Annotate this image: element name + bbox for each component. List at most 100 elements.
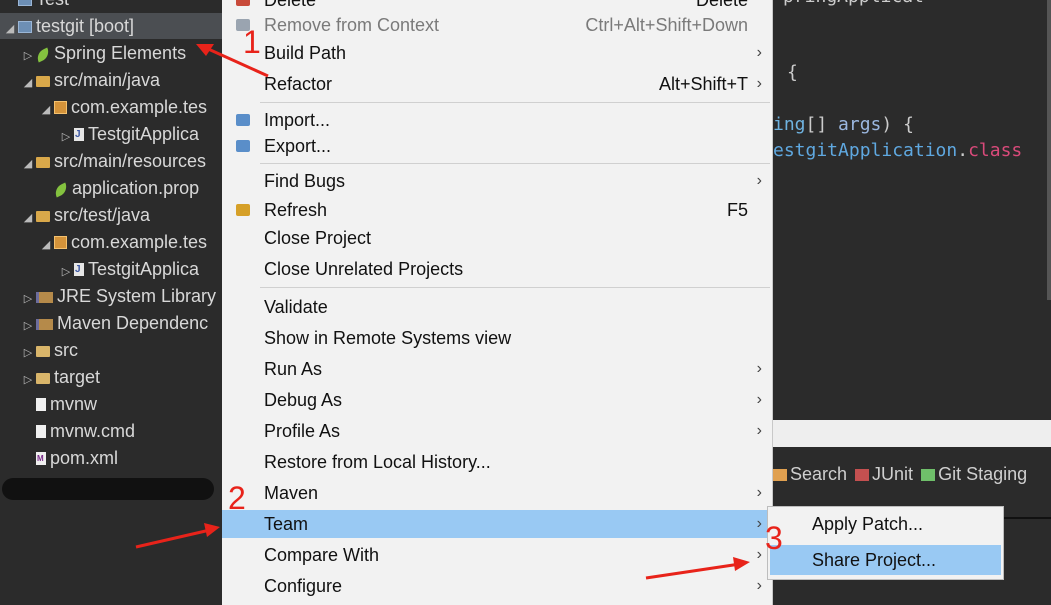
tree-item[interactable]: ▷ Maven Dependenc xyxy=(0,310,242,336)
tree-item[interactable]: ▷ Spring Elements xyxy=(0,40,242,66)
tree-item-label: Spring Elements xyxy=(54,43,187,63)
java-file-icon xyxy=(74,257,84,283)
menu-item-close-project[interactable]: Close Project xyxy=(222,224,772,252)
menu-item-profile-as[interactable]: Profile As › xyxy=(222,417,772,445)
menu-item-debug-as[interactable]: Debug As › xyxy=(222,386,772,414)
package-icon xyxy=(54,101,67,114)
spring-leaf-icon xyxy=(52,182,70,198)
expand-toggle-icon[interactable]: ▷ xyxy=(58,259,74,285)
submenu-arrow-icon: › xyxy=(756,515,762,532)
tree-item[interactable]: application.prop xyxy=(0,175,260,201)
tree-item-label: mvnw.cmd xyxy=(50,421,136,441)
menu-item-build-path[interactable]: Build Path › xyxy=(222,39,772,67)
expand-toggle-icon[interactable]: ◢ xyxy=(38,97,54,123)
menu-item-label: Maven xyxy=(264,483,319,503)
view-tab-label: JUnit xyxy=(872,464,914,484)
tree-item[interactable]: ◢ com.example.tes xyxy=(0,94,260,120)
tree-item[interactable]: Test xyxy=(0,0,224,12)
submenu-arrow-icon: › xyxy=(756,172,762,189)
tree-item-label: TestgitApplica xyxy=(88,259,200,279)
junit-icon xyxy=(855,469,870,481)
menu-item-run-as[interactable]: Run As › xyxy=(222,355,772,383)
expand-toggle-icon[interactable]: ▷ xyxy=(20,340,36,366)
expand-toggle-icon[interactable]: ◢ xyxy=(2,16,18,42)
menu-item-import[interactable]: Import... xyxy=(222,106,772,134)
editor-scrollbar[interactable] xyxy=(1047,0,1051,300)
menu-separator xyxy=(260,102,770,103)
tree-item[interactable]: ▷ JRE System Library xyxy=(0,283,242,309)
menu-item-label: Find Bugs xyxy=(264,171,346,191)
menu-item-label: Debug As xyxy=(264,390,343,410)
tree-item[interactable]: mvnw xyxy=(0,391,242,417)
tree-item[interactable]: ◢ com.example.tes xyxy=(0,229,260,255)
tree-item[interactable]: ▷ src xyxy=(0,337,242,363)
menu-item-refresh[interactable]: Refresh F5 xyxy=(222,196,772,224)
view-tab-label: Git Staging xyxy=(938,464,1028,484)
view-tab-git-staging[interactable]: Git Staging xyxy=(921,459,1027,489)
menu-item-label: Team xyxy=(264,514,309,534)
submenu-arrow-icon: › xyxy=(756,75,762,92)
tree-item-label: Maven Dependenc xyxy=(57,313,209,333)
project-icon xyxy=(18,21,32,33)
menu-item-shortcut: F5 xyxy=(726,200,748,220)
menu-item-close-unrelated-projects[interactable]: Close Unrelated Projects xyxy=(222,255,772,283)
import-icon xyxy=(236,114,250,126)
source-folder-icon xyxy=(36,76,50,87)
submenu-arrow-icon: › xyxy=(756,360,762,377)
submenu-item-share-project[interactable]: Share Project... xyxy=(770,545,1001,575)
tree-item[interactable]: ▷ target xyxy=(0,364,242,390)
menu-item-label: Export... xyxy=(264,136,332,156)
expand-toggle-icon[interactable]: ◢ xyxy=(20,205,36,231)
menu-item-maven[interactable]: Maven › xyxy=(222,479,772,507)
tree-item-label: src/test/java xyxy=(54,205,151,225)
redacted-scribble xyxy=(2,478,214,500)
tree-item-label: src/main/resources xyxy=(54,151,207,171)
search-icon xyxy=(773,469,787,481)
menu-item-show-in-remote-systems-view[interactable]: Show in Remote Systems view xyxy=(222,324,772,352)
project-explorer: Test◢testgit [boot]▷Spring Elements◢src/… xyxy=(0,0,224,605)
editor-horizontal-scrollbar[interactable] xyxy=(773,420,1051,447)
menu-item-configure[interactable]: Configure › xyxy=(222,572,772,600)
menu-item-remove-from-context[interactable]: Remove from Context Ctrl+Alt+Shift+Down xyxy=(222,11,772,39)
submenu-arrow-icon: › xyxy=(756,484,762,501)
expand-toggle-icon[interactable]: ▷ xyxy=(20,313,36,339)
expand-toggle-icon[interactable]: ▷ xyxy=(58,124,74,150)
menu-item-find-bugs[interactable]: Find Bugs › xyxy=(222,167,772,195)
code-token: ing xyxy=(773,114,806,135)
menu-item-export[interactable]: Export... xyxy=(222,132,772,160)
expand-toggle-icon[interactable]: ▷ xyxy=(20,43,36,69)
java-file-icon xyxy=(74,122,84,148)
expand-toggle-icon[interactable]: ▷ xyxy=(20,367,36,393)
tree-item[interactable]: ◢ testgit [boot] xyxy=(0,13,224,39)
expand-toggle-icon[interactable]: ◢ xyxy=(20,70,36,96)
menu-item-restore-from-local-history[interactable]: Restore from Local History... xyxy=(222,448,772,476)
code-line: pringApplicat xyxy=(783,0,924,7)
expand-toggle-icon[interactable]: ◢ xyxy=(38,232,54,258)
menu-item-refactor[interactable]: Refactor Alt+Shift+T › xyxy=(222,70,772,98)
view-tab-junit[interactable]: JUnit xyxy=(855,459,913,489)
menu-item-label: Refresh xyxy=(264,200,328,220)
spring-leaf-icon xyxy=(34,47,52,63)
tree-item-label: com.example.tes xyxy=(71,97,208,117)
folder-icon xyxy=(36,346,50,357)
expand-toggle-icon[interactable]: ▷ xyxy=(20,286,36,312)
tree-item[interactable]: pom.xml xyxy=(0,445,242,472)
file-icon xyxy=(36,398,46,411)
submenu-item-apply-patch[interactable]: Apply Patch... xyxy=(770,509,1001,539)
menu-item-validate[interactable]: Validate xyxy=(222,293,772,321)
menu-item-label: Build Path xyxy=(264,43,347,63)
menu-item-compare-with[interactable]: Compare With › xyxy=(222,541,772,569)
tree-item[interactable]: mvnw.cmd xyxy=(0,418,242,444)
view-tab-search[interactable]: Search xyxy=(773,459,847,489)
menu-item-team[interactable]: Team › xyxy=(222,510,772,538)
source-folder-icon xyxy=(36,211,50,222)
submenu-item-label: Share Project... xyxy=(812,550,937,570)
tree-item[interactable]: ◢ src/main/java xyxy=(0,67,242,93)
export-icon xyxy=(236,140,250,152)
step-number-2: 2 xyxy=(228,480,246,516)
code-editor[interactable]: pringApplicat { ing[] args) { estgitAppl… xyxy=(773,0,1051,420)
tree-item[interactable]: ◢ src/main/resources xyxy=(0,148,242,174)
menu-item-label: Remove from Context xyxy=(264,15,440,35)
tree-item[interactable]: ◢ src/test/java xyxy=(0,202,242,228)
expand-toggle-icon[interactable]: ◢ xyxy=(20,151,36,177)
